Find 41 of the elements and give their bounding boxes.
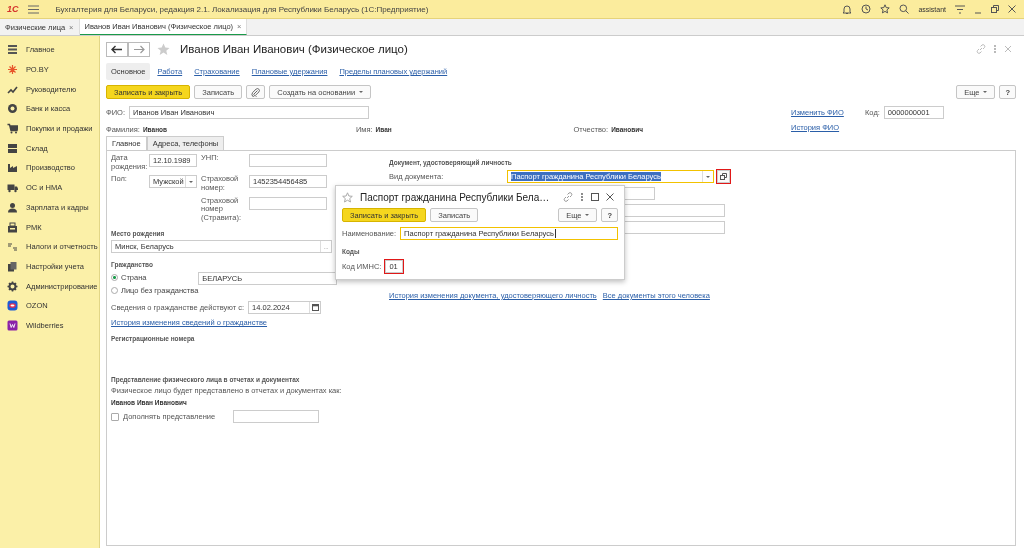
star-icon[interactable] [342, 191, 353, 203]
star-icon[interactable] [157, 42, 170, 56]
truck-icon [7, 182, 18, 194]
register-icon [7, 221, 18, 233]
presentation-field[interactable] [233, 410, 320, 424]
paperclip-icon [251, 87, 261, 97]
factory-icon [7, 162, 18, 174]
calendar-icon[interactable] [311, 304, 319, 312]
more-icon[interactable] [580, 192, 585, 202]
close-icon[interactable] [1008, 5, 1016, 13]
history-icon[interactable] [861, 4, 872, 14]
sparkle-icon [7, 64, 18, 76]
person-icon [7, 201, 18, 213]
star-icon[interactable] [880, 4, 891, 14]
document-icon [7, 241, 18, 253]
open-window-icon [720, 173, 727, 180]
restore-icon[interactable] [991, 5, 999, 13]
books-icon [7, 260, 18, 272]
filter-menu-icon[interactable] [955, 4, 965, 14]
coin-icon [7, 103, 18, 115]
open-button[interactable] [717, 170, 730, 183]
maximize-icon[interactable] [591, 193, 600, 201]
gear-icon [7, 280, 18, 292]
form-title: Иванов Иван Иванович (Физическое лицо) [180, 43, 408, 55]
list-icon [7, 44, 18, 56]
attach-button[interactable] [246, 85, 266, 99]
dialog-title: Паспорт гражданина Республики Бела… [360, 191, 550, 203]
ring-icon [7, 300, 18, 312]
more-icon[interactable] [993, 44, 997, 54]
cart-icon [7, 123, 18, 135]
menu-icon[interactable] [27, 4, 39, 14]
window-title: Бухгалтерия для Беларуси, редакция 2.1. Локализация для Республики Беларусь (1С:Предприятие) [55, 4, 429, 14]
insurance-number-field[interactable] [249, 196, 327, 210]
unp-field[interactable] [249, 154, 327, 167]
search-icon[interactable] [899, 4, 910, 14]
link-icon[interactable] [563, 192, 574, 202]
bell-icon[interactable] [842, 4, 853, 14]
square-icon [7, 319, 18, 331]
shelves-icon [7, 142, 18, 154]
close-icon[interactable] [606, 193, 615, 201]
app-logo: 1С [7, 4, 19, 14]
